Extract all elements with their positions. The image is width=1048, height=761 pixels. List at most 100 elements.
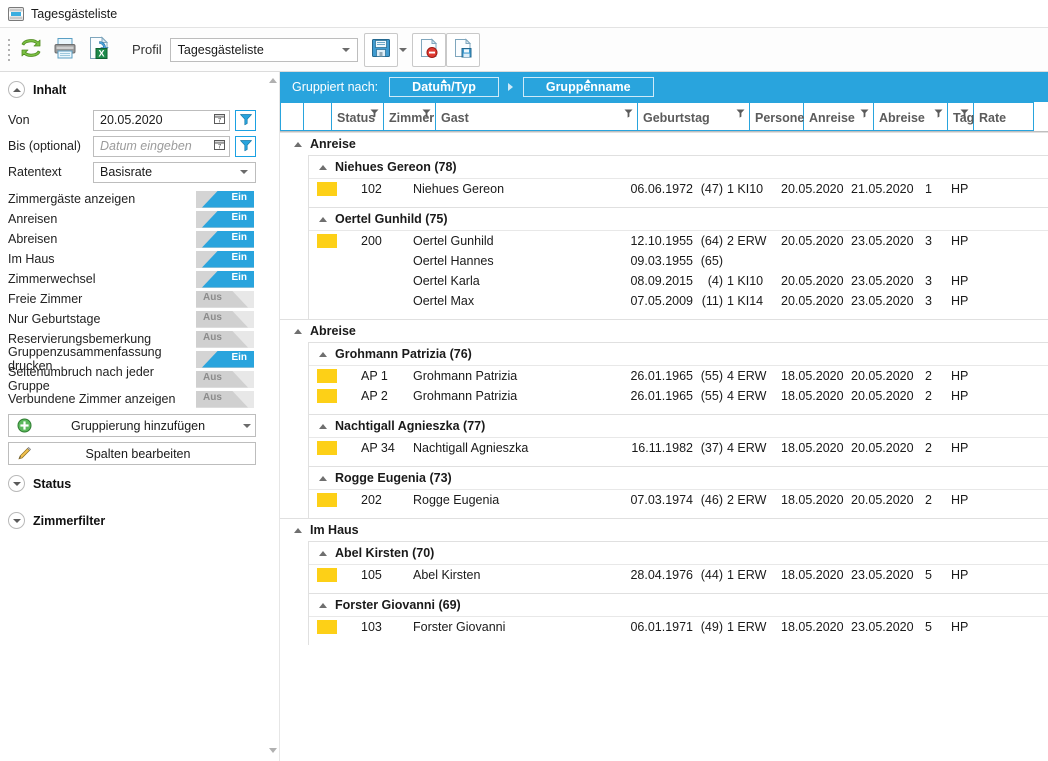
table-row[interactable]: 102 Niehues Gereon 06.06.1972 (47) 1 KI10 20.…: [309, 179, 1048, 199]
print-button[interactable]: [48, 33, 82, 67]
group-level2-header[interactable]: Niehues Gereon (78): [309, 156, 1048, 178]
collapse-toggle-icon[interactable]: [8, 81, 25, 98]
scroll-down-icon[interactable]: [269, 748, 277, 753]
refresh-button[interactable]: [14, 33, 48, 67]
export-excel-button[interactable]: X: [82, 33, 116, 67]
toggle-switch[interactable]: Ein: [196, 250, 254, 268]
group-level1-header[interactable]: Anreise: [280, 133, 1048, 155]
column-header-abreise[interactable]: Abreise: [874, 102, 948, 131]
column-filter-icon[interactable]: [860, 107, 869, 118]
delete-profile-button[interactable]: [411, 32, 446, 67]
section-header-inhalt[interactable]: Inhalt: [0, 72, 279, 107]
row-geburtstag: 09.03.1955: [630, 254, 693, 268]
table-row[interactable]: 103 Forster Giovanni 06.01.1971 (49) 1 ERW 18…: [309, 617, 1048, 637]
column-header-rate[interactable]: Rate: [974, 102, 1034, 131]
toggle-switch[interactable]: Aus: [196, 390, 254, 408]
column-header-personen[interactable]: Personen: [750, 102, 812, 131]
collapse-group-icon[interactable]: [319, 216, 327, 222]
table-row[interactable]: 105 Abel Kirsten 28.04.1976 (44) 1 ERW 18.05.…: [309, 565, 1048, 585]
group-chip[interactable]: Gruppenname: [522, 77, 654, 97]
group-level2-header[interactable]: Oertel Gunhild (75): [309, 208, 1048, 230]
toggle-switch[interactable]: Ein: [196, 190, 254, 208]
collapse-group-icon[interactable]: [294, 527, 302, 533]
group-level1-header[interactable]: Im Haus: [280, 519, 1048, 541]
group-level2-header[interactable]: Nachtigall Agnieszka (77): [309, 415, 1048, 437]
table-row[interactable]: AP 34 Nachtigall Agnieszka 16.11.1982 (37) 4…: [309, 438, 1048, 458]
column-header[interactable]: [304, 102, 332, 131]
column-header-status[interactable]: Status: [332, 102, 384, 131]
row-abreise: 20.05.2020: [851, 493, 914, 507]
status-badge: [317, 182, 337, 196]
save-profile-button[interactable]: [363, 32, 398, 67]
table-row[interactable]: Oertel Karla 08.09.2015 (4) 1 KI10 20.05.202…: [309, 271, 1048, 291]
sidebar-scrollbar[interactable]: [267, 72, 279, 761]
collapse-group-icon[interactable]: [319, 602, 327, 608]
row-geburtstag: 16.11.1982: [631, 441, 693, 455]
toolbar-drag-handle[interactable]: [4, 37, 14, 63]
save-as-profile-button[interactable]: [445, 32, 480, 67]
von-filter-button[interactable]: [235, 109, 256, 131]
column-header-anreise[interactable]: Anreise: [804, 102, 874, 131]
toggle-switch[interactable]: Aus: [196, 310, 254, 328]
section-header-zimmerfilter[interactable]: Zimmerfilter: [0, 502, 279, 539]
save-dropdown-button[interactable]: [398, 33, 412, 67]
collapse-group-icon[interactable]: [319, 475, 327, 481]
toggle-label: Nur Geburtstage: [8, 312, 101, 326]
toggle-switch[interactable]: Ein: [196, 270, 254, 288]
row-abreise: 20.05.2020: [851, 441, 914, 455]
table-row[interactable]: AP 2 Grohmann Patrizia 26.01.1965 (55) 4 ERW…: [309, 386, 1048, 406]
group-level2-header[interactable]: Grohmann Patrizia (76): [309, 343, 1048, 365]
column-header-tage[interactable]: Tage: [948, 102, 981, 131]
column-filter-icon[interactable]: [624, 107, 633, 118]
collapse-group-icon[interactable]: [319, 164, 327, 170]
group-level1-header[interactable]: Abreise: [280, 320, 1048, 342]
collapse-group-icon[interactable]: [319, 550, 327, 556]
column-filter-icon[interactable]: [934, 107, 943, 118]
toggle-row: Zimmerwechsel Ein: [0, 269, 279, 289]
edit-columns-button[interactable]: Spalten bearbeiten: [8, 442, 256, 465]
ratentext-combobox[interactable]: Basisrate: [93, 161, 256, 183]
table-row[interactable]: 200 Oertel Gunhild 12.10.1955 (64) 2 ERW 20.0…: [309, 231, 1048, 251]
column-header-gast[interactable]: Gast: [436, 102, 638, 131]
group-chip[interactable]: Datum/Typ: [389, 77, 499, 97]
toggle-switch[interactable]: Aus: [196, 370, 254, 388]
add-grouping-button[interactable]: Gruppierung hinzufügen: [8, 414, 256, 437]
toggle-switch[interactable]: Ein: [196, 230, 254, 248]
collapse-group-icon[interactable]: [319, 423, 327, 429]
group-level2-header[interactable]: Abel Kirsten (70): [309, 542, 1048, 564]
table-row[interactable]: 202 Rogge Eugenia 07.03.1974 (46) 2 ERW 18.05…: [309, 490, 1048, 510]
bis-date-input[interactable]: Datum eingeben 7: [93, 135, 230, 157]
column-header-label: Rate: [979, 111, 1007, 125]
calendar-icon[interactable]: 7: [213, 138, 226, 154]
table-row[interactable]: Oertel Hannes 09.03.1955 (65): [309, 251, 1048, 271]
toggle-switch[interactable]: Aus: [196, 330, 254, 348]
scroll-up-icon[interactable]: [269, 78, 277, 83]
collapse-group-icon[interactable]: [294, 141, 302, 147]
table-row[interactable]: AP 1 Grohmann Patrizia 26.01.1965 (55) 4 ERW…: [309, 366, 1048, 386]
toggle-switch[interactable]: Aus: [196, 290, 254, 308]
von-date-input[interactable]: 20.05.2020 7: [93, 109, 230, 131]
column-header-zimmer[interactable]: Zimmer: [384, 102, 436, 131]
calendar-icon[interactable]: 7: [213, 112, 226, 128]
column-header[interactable]: [280, 102, 304, 131]
group-level1-title: Abreise: [310, 324, 356, 338]
column-filter-icon[interactable]: [422, 107, 431, 118]
chevron-down-icon[interactable]: [241, 423, 255, 428]
column-filter-icon[interactable]: [960, 107, 969, 118]
expand-toggle-icon[interactable]: [8, 475, 25, 492]
toggle-switch[interactable]: Ein: [196, 350, 254, 368]
bis-filter-button[interactable]: [235, 135, 256, 157]
group-level2-header[interactable]: Rogge Eugenia (73): [309, 467, 1048, 489]
group-level2-header[interactable]: Forster Giovanni (69): [309, 594, 1048, 616]
column-filter-icon[interactable]: [370, 107, 379, 118]
collapse-group-icon[interactable]: [294, 328, 302, 334]
section-header-status[interactable]: Status: [0, 465, 279, 502]
profil-combobox[interactable]: Tagesgästeliste: [169, 37, 358, 62]
collapse-group-icon[interactable]: [319, 351, 327, 357]
expand-toggle-icon[interactable]: [8, 512, 25, 529]
column-header-geburtstag[interactable]: Geburtstag: [638, 102, 750, 131]
table-row[interactable]: Oertel Max 07.05.2009 (11) 1 KI14 20.05.2020…: [309, 291, 1048, 311]
toggle-label: Freie Zimmer: [8, 292, 83, 306]
toggle-switch[interactable]: Ein: [196, 210, 254, 228]
column-filter-icon[interactable]: [736, 107, 745, 118]
